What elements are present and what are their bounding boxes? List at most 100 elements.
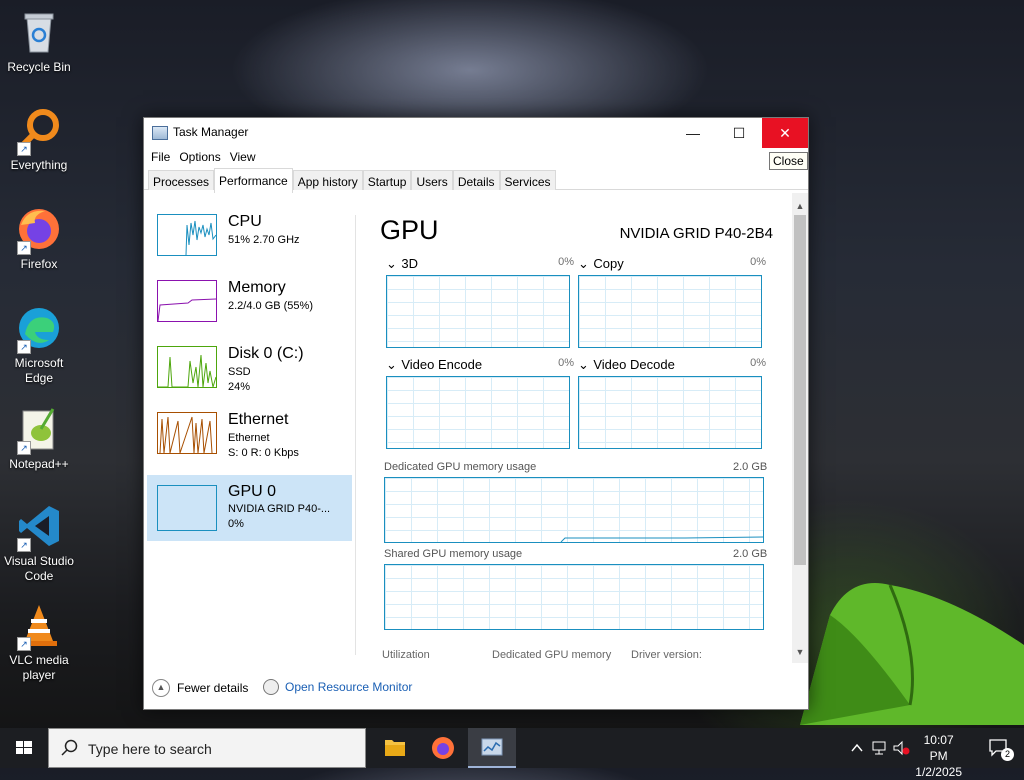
maximize-button[interactable]: ☐ [716, 118, 762, 148]
close-button[interactable]: ✕ [762, 118, 808, 148]
windows-logo-icon [16, 741, 32, 754]
sidebar-item-detail: 51% 2.70 GHz [228, 234, 300, 246]
resource-monitor-icon [263, 679, 279, 695]
gpu-mini-graph [157, 485, 217, 531]
engine-label: Video Encode [401, 357, 483, 372]
tab-performance[interactable]: Performance [214, 168, 293, 193]
tab-details[interactable]: Details [452, 170, 500, 190]
engine-percent: 0% [750, 256, 766, 268]
desktop-icon-vlc[interactable]: ↗ VLC media player [2, 601, 76, 683]
performance-pane: CPU 51% 2.70 GHz Memory 2.2/4.0 GB (55%)… [144, 193, 808, 663]
tab-users[interactable]: Users [411, 170, 453, 190]
taskbar: Type here to search 10:07 PM 1/2/2025 2 [0, 728, 1024, 779]
taskbar-file-explorer[interactable] [371, 728, 419, 768]
dedicated-memory-footer: Dedicated GPU memory [492, 649, 612, 661]
action-center-button[interactable]: 2 [988, 738, 1014, 761]
driver-version-label: Driver version: [631, 649, 702, 661]
sidebar-item-name: Disk 0 (C:) [228, 345, 304, 362]
ethernet-mini-graph [157, 412, 217, 454]
taskbar-firefox[interactable] [419, 728, 467, 768]
sidebar-item-name: GPU 0 [228, 483, 277, 500]
sidebar-item-memory[interactable]: Memory 2.2/4.0 GB (55%) [147, 277, 352, 337]
fewer-details-label: Fewer details [177, 681, 249, 695]
desktop-icon-vscode[interactable]: ↗ Visual Studio Code [2, 502, 76, 584]
taskbar-search-box[interactable]: Type here to search [48, 728, 366, 768]
scrollbar-thumb[interactable] [794, 215, 806, 565]
notepadpp-icon: ↗ [15, 405, 63, 455]
minimize-button[interactable]: — [670, 118, 716, 148]
desktop-icon-label: Everything [10, 158, 68, 172]
chevron-down-icon: ⌄ [578, 256, 589, 271]
speaker-muted-icon[interactable] [892, 740, 910, 756]
menu-view[interactable]: View [229, 148, 262, 167]
shared-memory-graph [384, 564, 764, 630]
dedicated-memory-graph [384, 477, 764, 543]
open-resource-monitor-link[interactable]: Open Resource Monitor [263, 679, 412, 695]
chevron-down-icon: ⌄ [578, 357, 589, 372]
gpu-usage: 0% [228, 518, 244, 530]
engine-3d[interactable]: ⌄ 3D 0% [386, 255, 574, 273]
task-manager-icon [481, 738, 503, 756]
desktop-icon-firefox[interactable]: ↗ Firefox [2, 205, 76, 272]
tab-services[interactable]: Services [499, 170, 556, 190]
tab-startup[interactable]: Startup [362, 170, 412, 190]
desktop-icon-label: VLC media player [9, 653, 69, 682]
taskbar-clock[interactable]: 10:07 PM 1/2/2025 [915, 732, 962, 780]
title-bar[interactable]: Task Manager — ☐ ✕ [144, 118, 808, 148]
tab-app-history[interactable]: App history [292, 170, 363, 190]
task-manager-window: Task Manager — ☐ ✕ File Options View Pro… [143, 117, 809, 710]
desktop-icon-edge[interactable]: ↗ Microsoft Edge [2, 304, 76, 386]
chevron-up-icon[interactable] [850, 741, 864, 755]
desktop-icon-everything[interactable]: ↗ Everything [2, 106, 76, 173]
desktop-icon-recycle-bin[interactable]: Recycle Bin [2, 8, 76, 75]
resource-sidebar: CPU 51% 2.70 GHz Memory 2.2/4.0 GB (55%)… [147, 211, 352, 547]
chevron-down-icon: ⌄ [386, 256, 397, 271]
engine-percent: 0% [558, 256, 574, 268]
dedicated-memory-label: Dedicated GPU memory usage [384, 461, 537, 473]
disk-mini-graph [157, 346, 217, 388]
gpu-model-short: NVIDIA GRID P40-... [228, 503, 331, 515]
engine-video-encode-graph [386, 376, 570, 449]
chevron-down-icon: ⌄ [386, 357, 397, 372]
taskbar-task-manager[interactable] [468, 728, 516, 768]
recycle-bin-icon [15, 8, 63, 56]
fewer-details-button[interactable]: ▲ Fewer details [152, 679, 248, 697]
sidebar-item-disk[interactable]: Disk 0 (C:) SSD 24% [147, 343, 352, 403]
desktop-icon-label: Notepad++ [9, 457, 69, 471]
engine-copy-graph [578, 275, 762, 348]
tab-strip: Processes Performance App history Startu… [144, 167, 808, 193]
vlc-icon: ↗ [15, 601, 63, 651]
vscode-icon: ↗ [15, 502, 63, 552]
scroll-up-icon[interactable]: ▲ [792, 201, 808, 211]
menu-options[interactable]: Options [178, 148, 226, 167]
window-title: Task Manager [173, 125, 249, 139]
clock-time: 10:07 PM [923, 733, 954, 763]
firefox-icon: ↗ [15, 205, 63, 255]
throughput: S: 0 R: 0 Kbps [228, 447, 299, 459]
engine-video-decode[interactable]: ⌄ Video Decode 0% [578, 356, 766, 374]
sidebar-item-cpu[interactable]: CPU 51% 2.70 GHz [147, 211, 352, 271]
engine-video-encode[interactable]: ⌄ Video Encode 0% [386, 356, 574, 374]
notification-count-badge: 2 [1001, 748, 1014, 761]
gpu-model: NVIDIA GRID P40-2B4 [619, 225, 773, 242]
sidebar-item-detail: 2.2/4.0 GB (55%) [228, 300, 313, 312]
scroll-down-icon[interactable]: ▼ [792, 647, 808, 657]
utilization-label: Utilization [382, 649, 430, 661]
everything-search-icon: ↗ [15, 106, 63, 156]
gpu-detail: GPU NVIDIA GRID P40-2B4 ⌄ 3D 0% ⌄ Copy 0… [380, 193, 773, 663]
search-placeholder: Type here to search [88, 741, 212, 757]
sidebar-item-gpu[interactable]: GPU 0 NVIDIA GRID P40-... 0% [147, 475, 352, 541]
engine-label: Video Decode [593, 357, 675, 372]
shared-memory-label: Shared GPU memory usage [384, 548, 523, 560]
vertical-scrollbar[interactable]: ▲ ▼ [792, 193, 808, 663]
search-icon [61, 739, 78, 756]
network-icon[interactable] [870, 740, 888, 756]
sidebar-item-ethernet[interactable]: Ethernet Ethernet S: 0 R: 0 Kbps [147, 409, 352, 469]
start-button[interactable] [0, 728, 48, 768]
desktop-icon-label: Microsoft Edge [14, 356, 64, 385]
desktop-icon-notepadpp[interactable]: ↗ Notepad++ [2, 405, 76, 472]
sidebar-item-name: CPU [228, 213, 262, 230]
tab-processes[interactable]: Processes [148, 170, 215, 190]
menu-file[interactable]: File [150, 148, 176, 167]
engine-copy[interactable]: ⌄ Copy 0% [578, 255, 766, 273]
